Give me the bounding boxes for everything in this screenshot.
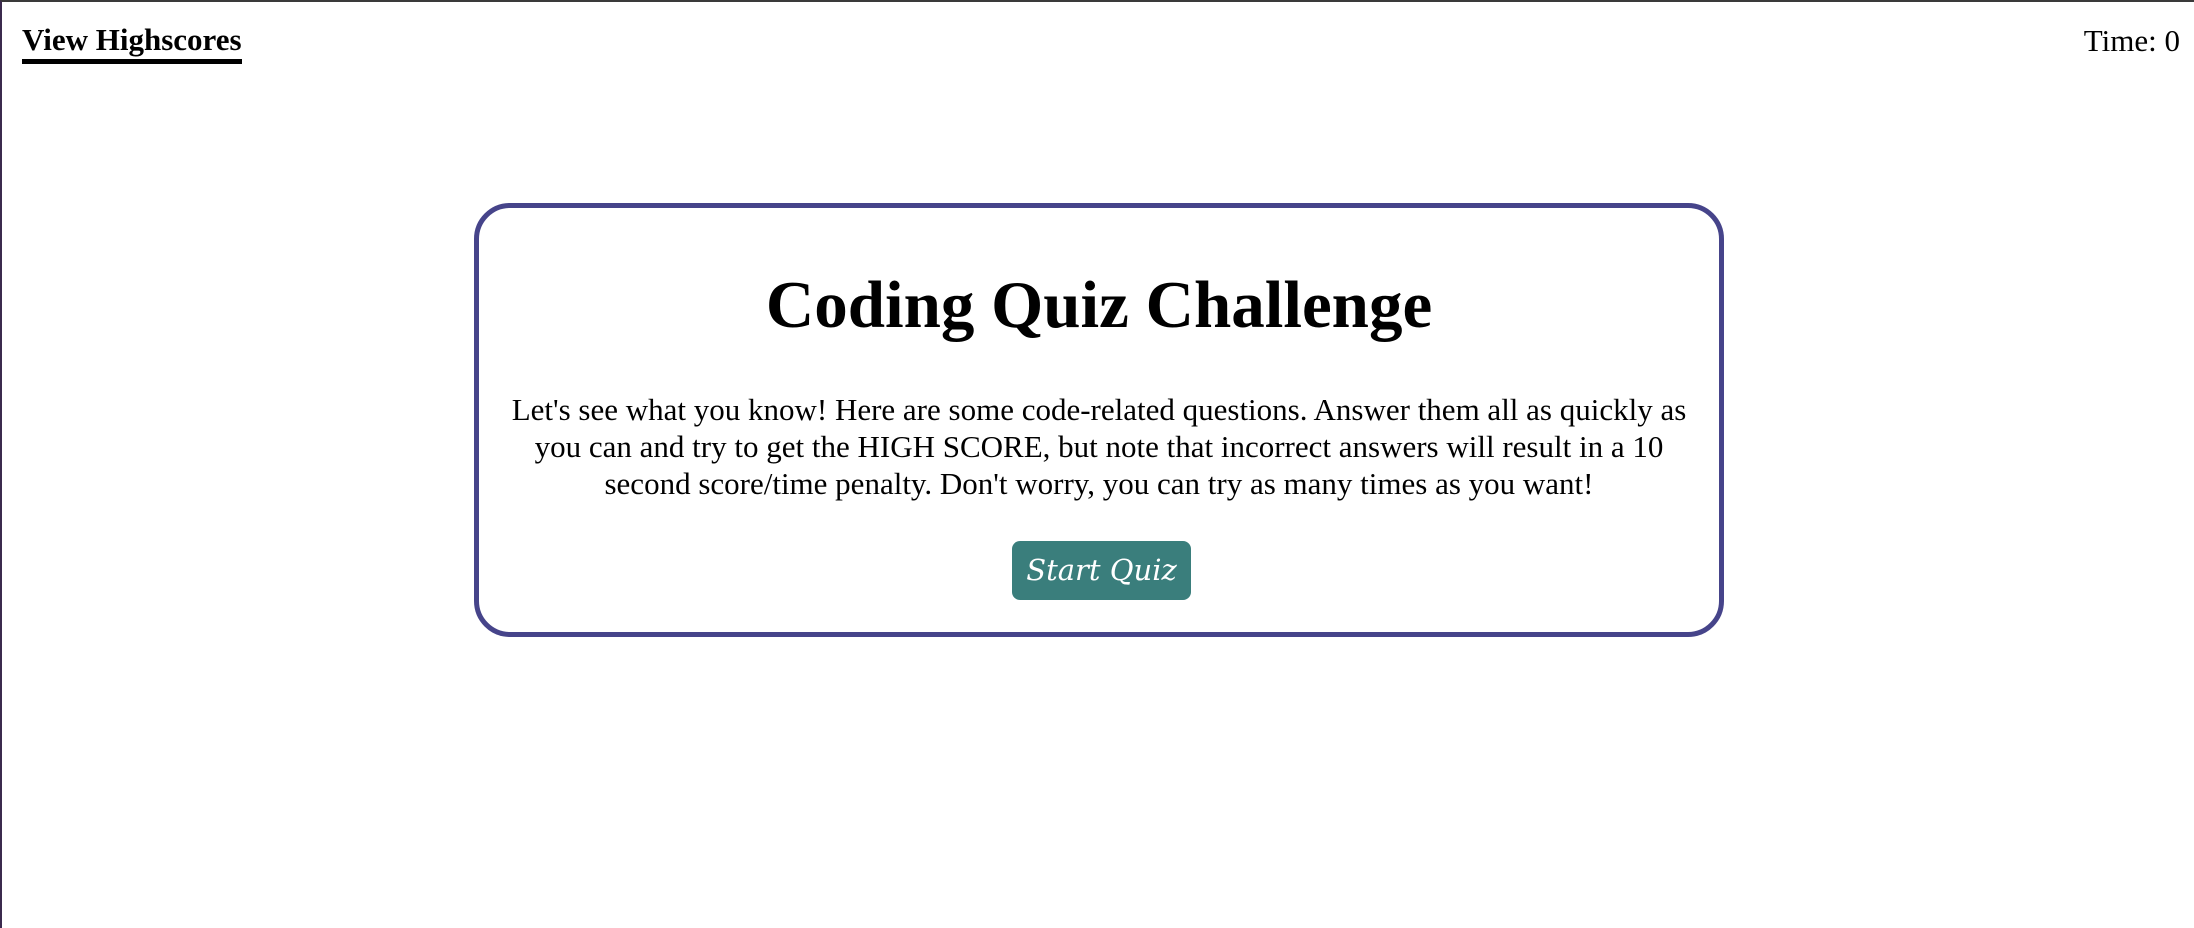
quiz-intro-card: Coding Quiz Challenge Let's see what you… xyxy=(474,203,1724,637)
quiz-title: Coding Quiz Challenge xyxy=(765,268,1433,342)
quiz-description: Let's see what you know! Here are some c… xyxy=(511,392,1687,501)
view-highscores-link[interactable]: View Highscores xyxy=(22,22,242,64)
timer-display: Time: 0 xyxy=(2083,23,2180,58)
start-quiz-button[interactable]: Start Quiz xyxy=(1012,541,1191,600)
page-header: View Highscores Time: 0 xyxy=(2,2,2194,82)
